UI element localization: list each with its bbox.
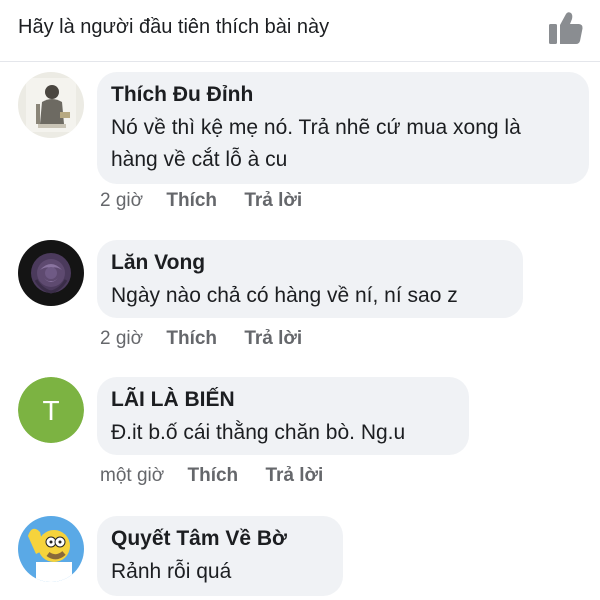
avatar[interactable] [18,516,84,582]
like-comment-button[interactable]: Thích [187,465,238,487]
reply-button[interactable]: Trả lời [244,328,302,350]
like-comment-button[interactable]: Thích [166,190,217,212]
comment-bubble: LÃI LÀ BIẾN Đ.it b.ố cái thằng chăn bò. … [97,377,469,455]
like-prompt-bar: Hãy là người đầu tiên thích bài này [0,0,600,62]
comment-time[interactable]: 2 giờ [100,328,143,350]
comment-text: Ngày nào chả có hàng về ní, ní sao z [111,284,458,307]
comment-author[interactable]: LÃI LÀ BIẾN [111,387,451,413]
comment-text: Nó về thì kệ mẹ nó. Trả nhẽ cứ mua xong … [111,116,521,171]
comment-text: Rảnh rỗi quá [111,560,232,583]
comment-actions: một giờ Thích Trả lời [100,465,345,487]
reply-button[interactable]: Trả lời [265,465,323,487]
comment-text: Đ.it b.ố cái thằng chăn bò. Ng.u [111,421,406,444]
comments-page: Hãy là người đầu tiên thích bài này Thíc… [0,0,600,600]
avatar[interactable]: T [18,377,84,443]
comment-bubble: Thích Đu Đỉnh Nó về thì kệ mẹ nó. Trả nh… [97,72,589,184]
comment-author[interactable]: Quyết Tâm Về Bờ [111,526,325,552]
comment-bubble: Quyết Tâm Về Bờ Rảnh rỗi quá [97,516,343,596]
avatar[interactable] [18,240,84,306]
comment-time[interactable]: một giờ [100,465,164,487]
comment-bubble: Lăn Vong Ngày nào chả có hàng về ní, ní … [97,240,523,318]
like-comment-button[interactable]: Thích [166,328,217,350]
comment-actions: 2 giờ Thích Trả lời [100,190,324,212]
thumbs-up-icon[interactable] [548,11,584,45]
avatar-letter: T [42,395,59,426]
avatar[interactable] [18,72,84,138]
comment-author[interactable]: Lăn Vong [111,250,505,276]
comment-author[interactable]: Thích Đu Đỉnh [111,82,571,108]
reply-button[interactable]: Trả lời [244,190,302,212]
like-prompt-text: Hãy là người đầu tiên thích bài này [18,16,330,38]
comment-time[interactable]: 2 giờ [100,190,143,212]
comment-actions: 2 giờ Thích Trả lời [100,328,324,350]
